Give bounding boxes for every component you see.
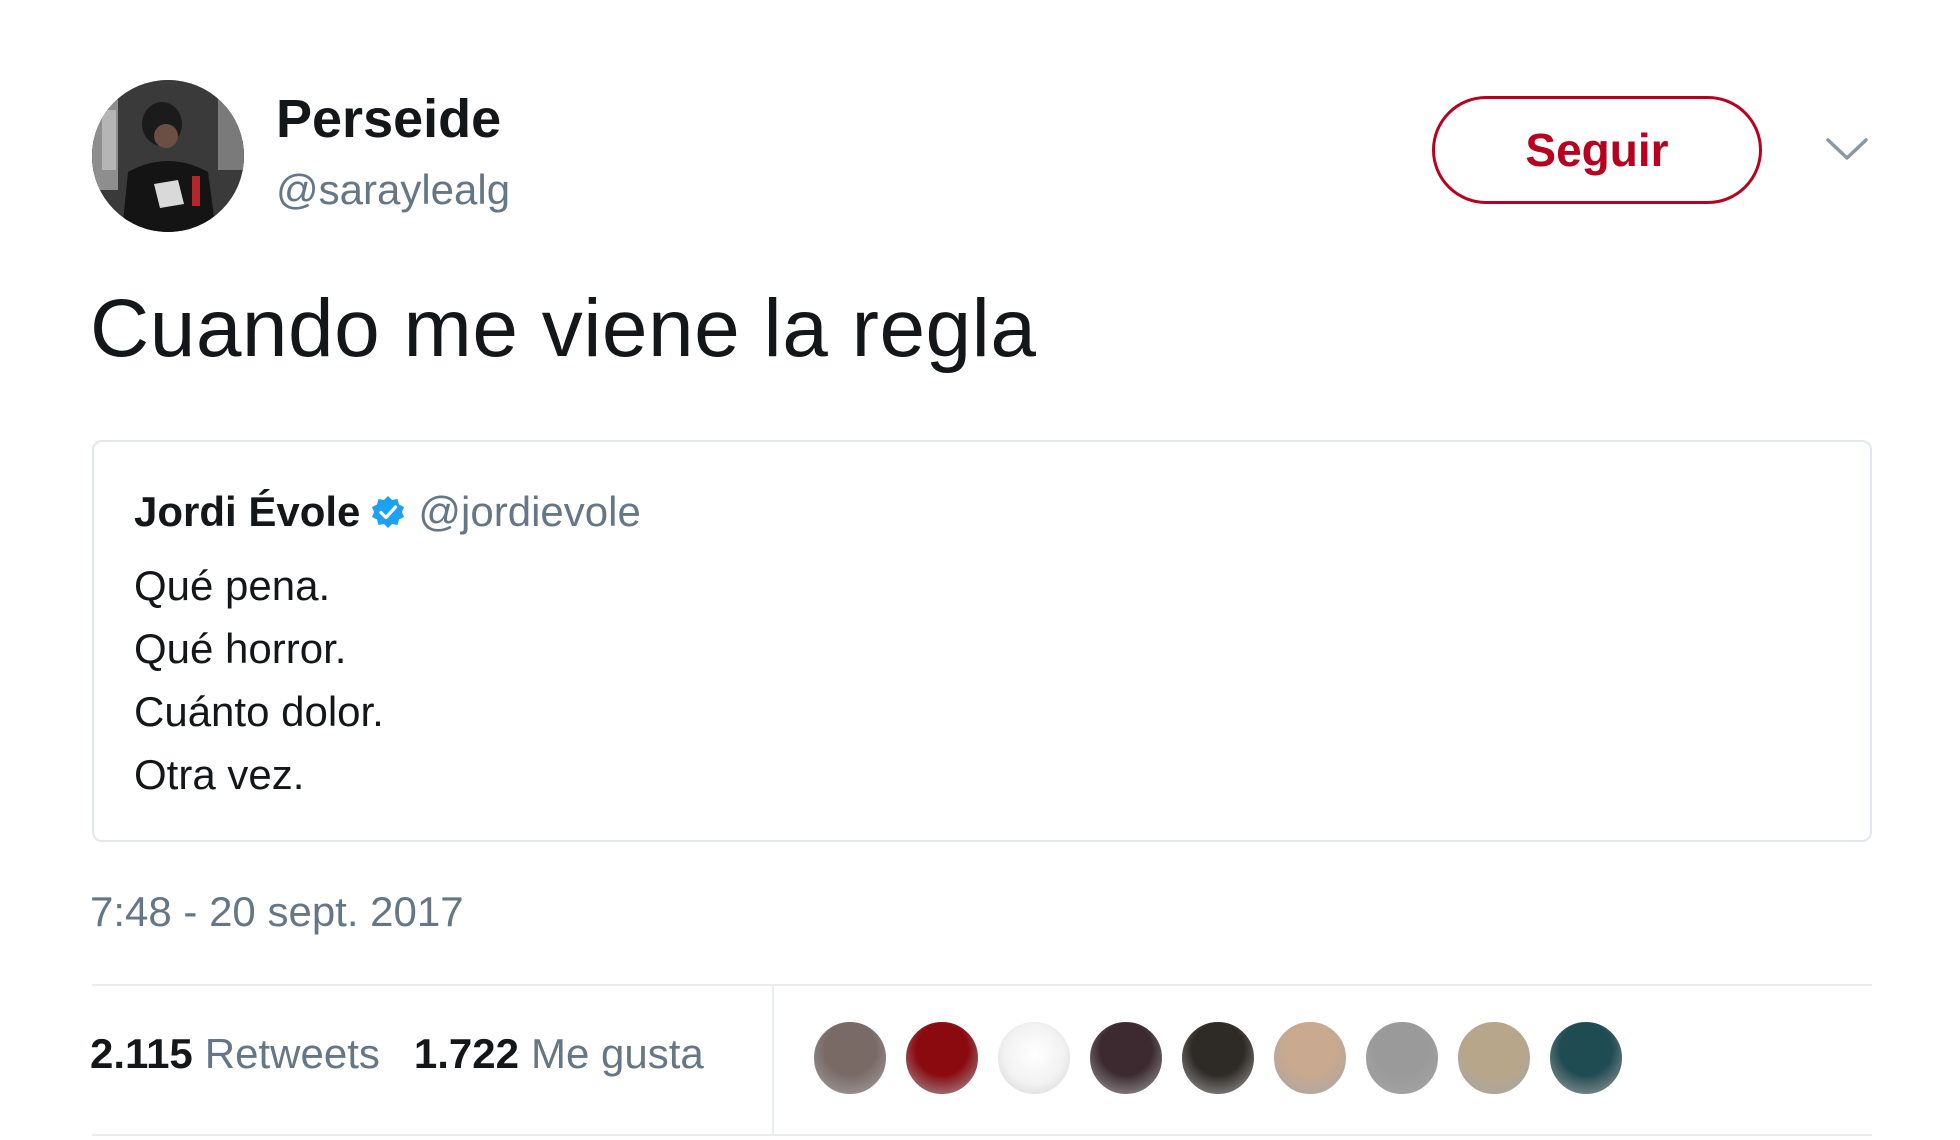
liker-avatars — [812, 1020, 1624, 1096]
liker-avatar[interactable] — [1548, 1020, 1624, 1096]
follow-button[interactable]: Seguir — [1432, 96, 1762, 204]
retweets-count: 2.115 — [90, 1030, 193, 1077]
liker-avatar[interactable] — [904, 1020, 980, 1096]
likes-count: 1.722 — [413, 1030, 519, 1077]
liker-avatar[interactable] — [1456, 1020, 1532, 1096]
retweets-stat[interactable]: 2.115 Retweets — [90, 1030, 380, 1078]
author-handle[interactable]: @saraylealg — [276, 166, 510, 214]
liker-avatar[interactable] — [1272, 1020, 1348, 1096]
stats-divider-top — [92, 984, 1872, 986]
tweet-text: Cuando me viene la regla — [90, 283, 1037, 374]
likes-stat[interactable]: 1.722 Me gusta — [414, 1030, 704, 1078]
quoted-tweet-text: Qué pena. Qué horror. Cuánto dolor. Otra… — [134, 554, 384, 806]
liker-avatar[interactable] — [812, 1020, 888, 1096]
verified-badge-icon — [370, 494, 406, 530]
quoted-line: Qué horror. — [134, 625, 347, 672]
retweets-label: Retweets — [204, 1030, 380, 1077]
liker-avatar[interactable] — [1364, 1020, 1440, 1096]
quoted-author-name: Jordi Évole — [134, 488, 361, 535]
quoted-line: Qué pena. — [134, 562, 331, 609]
liker-avatar[interactable] — [996, 1020, 1072, 1096]
stats-divider-vertical — [772, 986, 774, 1134]
avatar-photo — [92, 80, 244, 232]
tweet-stats: 2.115 Retweets 1.722 Me gusta — [90, 1030, 738, 1078]
quoted-line: Otra vez. — [134, 751, 305, 798]
quoted-tweet[interactable]: Jordi Évole @jordievole Qué pena. Qué ho… — [92, 440, 1872, 842]
quoted-line: Cuánto dolor. — [134, 688, 384, 735]
author-avatar[interactable] — [92, 80, 244, 232]
tweet-card: Perseide @saraylealg Seguir Cuando me vi… — [0, 0, 1960, 1140]
tweet-timestamp[interactable]: 7:48 - 20 sept. 2017 — [90, 888, 464, 936]
author-display-name[interactable]: Perseide — [276, 88, 501, 150]
chevron-down-icon[interactable] — [1822, 130, 1872, 170]
liker-avatar[interactable] — [1088, 1020, 1164, 1096]
likes-label: Me gusta — [530, 1030, 704, 1077]
liker-avatar[interactable] — [1180, 1020, 1256, 1096]
stats-divider-bottom — [92, 1134, 1872, 1136]
quoted-author-handle: @jordievole — [418, 488, 641, 535]
quoted-tweet-header: Jordi Évole @jordievole — [134, 488, 641, 536]
